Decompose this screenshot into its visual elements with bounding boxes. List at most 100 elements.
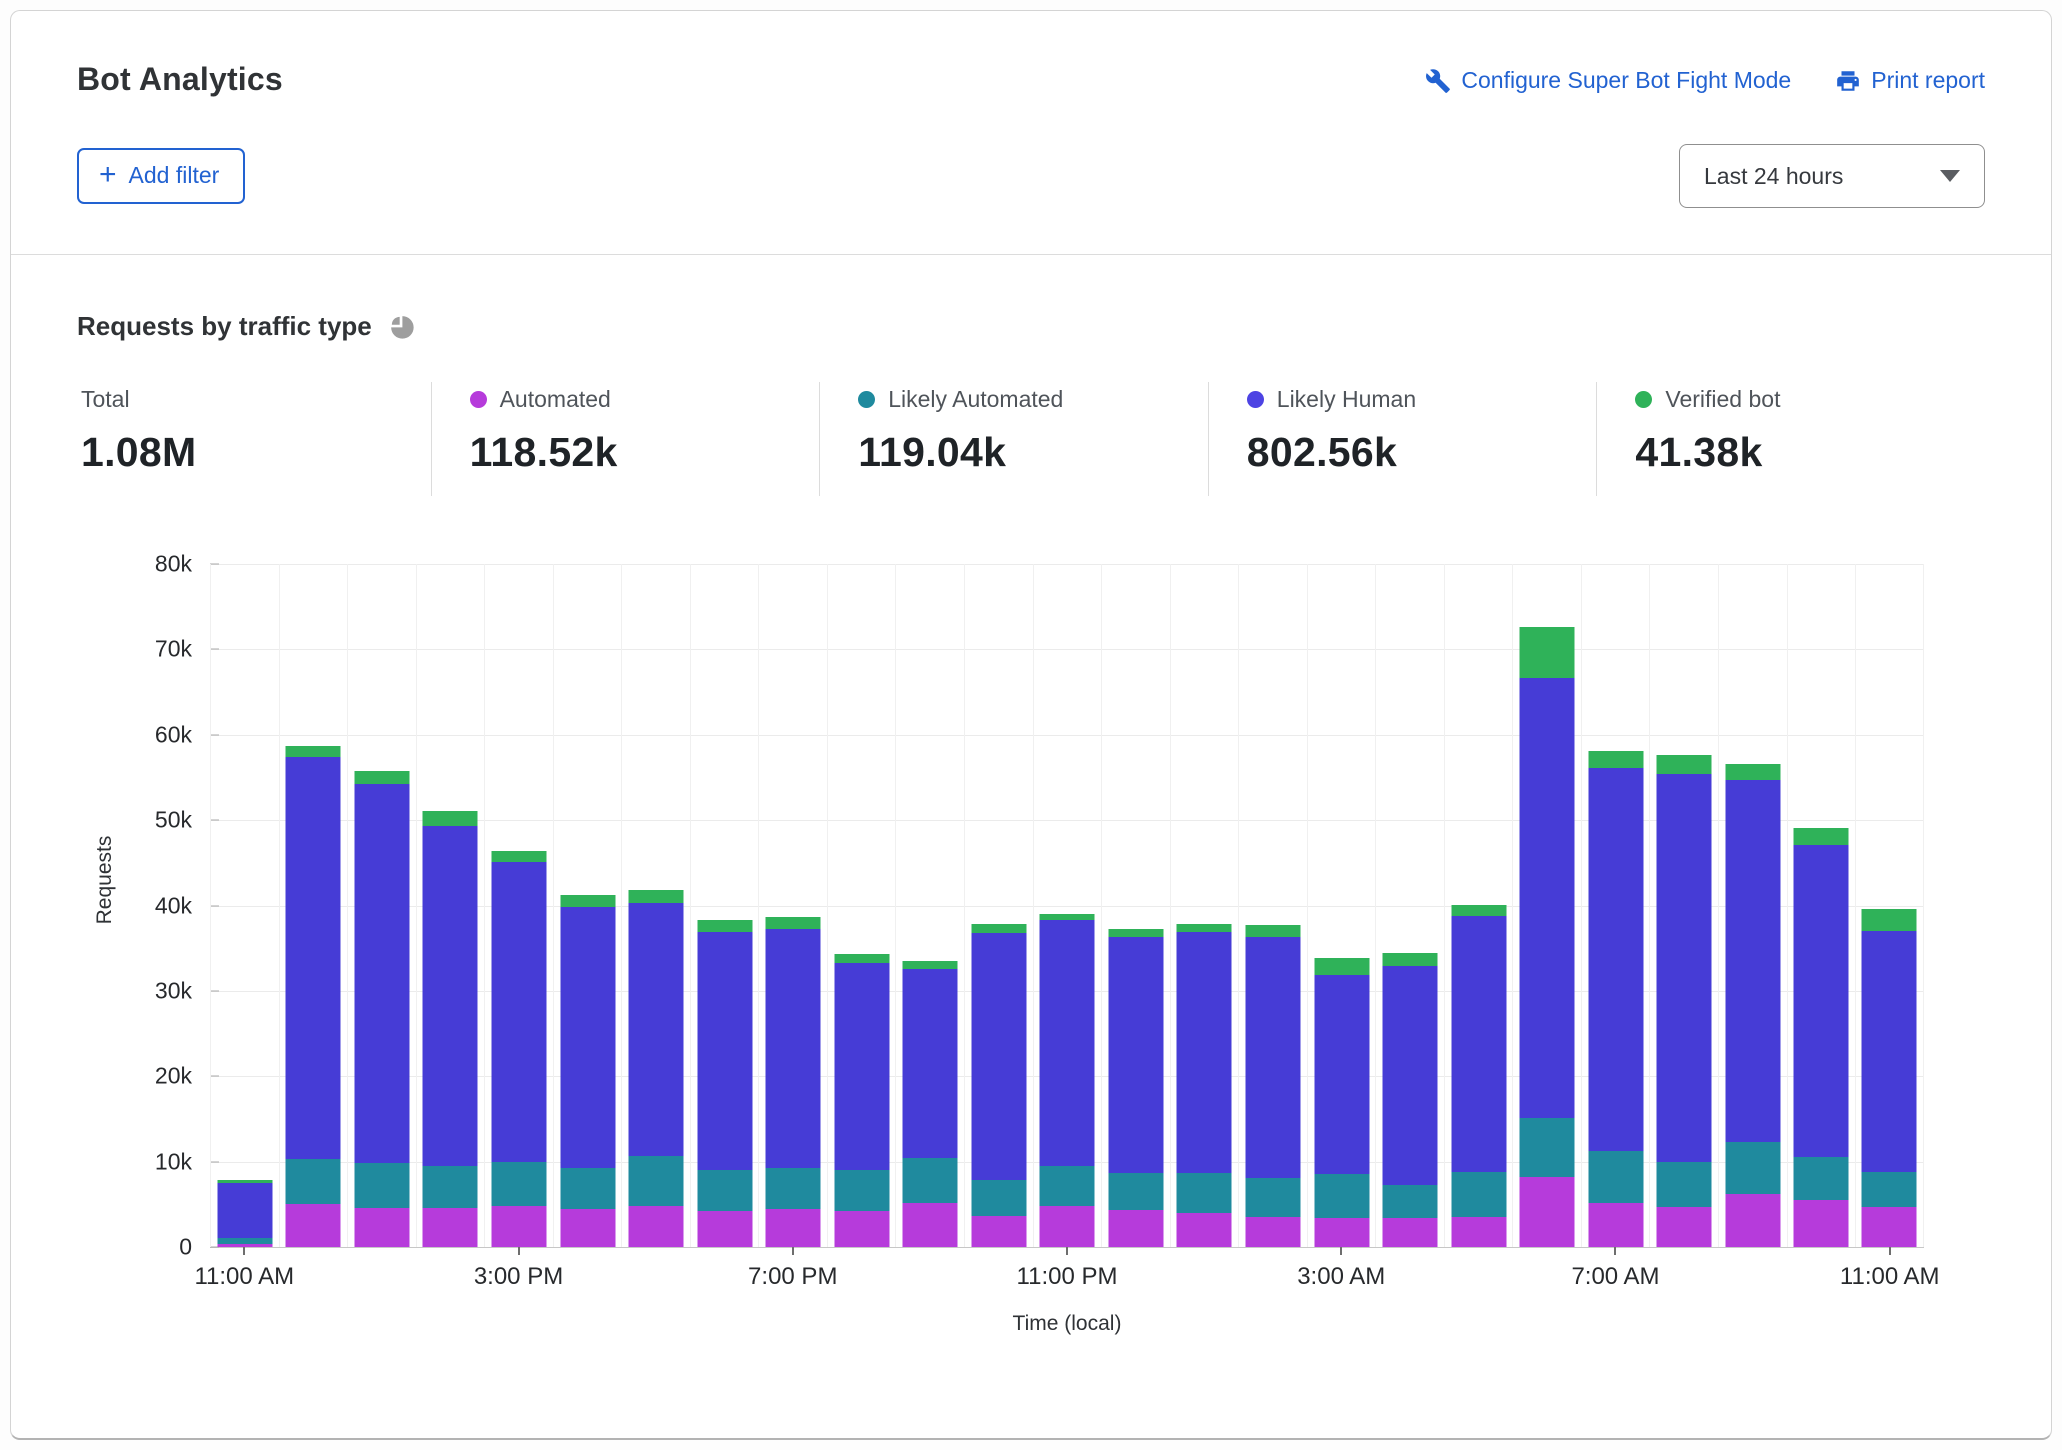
stacked-bar-12-00-am-13[interactable] — [1108, 929, 1163, 1247]
bar-slot — [1307, 564, 1376, 1247]
printer-icon — [1835, 68, 1861, 94]
stacked-bar-1-00-am-14[interactable] — [1177, 924, 1232, 1247]
stacked-bar-4-00-pm-5[interactable] — [560, 895, 615, 1247]
segment-likely-human — [903, 969, 958, 1158]
stacked-bar-2-00-pm-3[interactable] — [423, 811, 478, 1247]
segment-likely-human — [1314, 975, 1369, 1174]
stat-value: 118.52k — [470, 429, 810, 476]
segment-automated — [1794, 1200, 1849, 1247]
segment-verified-bot — [286, 746, 341, 757]
segment-likely-automated — [423, 1166, 478, 1208]
segment-verified-bot — [1657, 755, 1712, 774]
segment-automated — [629, 1206, 684, 1247]
y-axis-label: 50k — [155, 807, 192, 834]
stacked-bar-4-00-am-17[interactable] — [1383, 953, 1438, 1247]
stacked-bar-2-00-am-15[interactable] — [1245, 925, 1300, 1247]
segment-likely-human — [1862, 931, 1917, 1172]
x-axis-tick — [1340, 1247, 1342, 1255]
stacked-bar-5-00-pm-6[interactable] — [629, 890, 684, 1247]
stat-likely-human: Likely Human802.56k — [1208, 382, 1597, 496]
y-axis-label: 60k — [155, 721, 192, 748]
chevron-down-icon — [1940, 170, 1960, 182]
stacked-bar-8-00-pm-9[interactable] — [834, 954, 889, 1247]
segment-automated — [903, 1203, 958, 1247]
segment-likely-human — [1451, 916, 1506, 1172]
stacked-bar-11-00-am-24[interactable] — [1862, 909, 1917, 1247]
stacked-bar-9-00-pm-10[interactable] — [903, 961, 958, 1247]
x-axis-label: 7:00 AM — [1571, 1263, 1659, 1291]
segment-likely-automated — [1588, 1151, 1643, 1203]
stacked-bar-10-00-pm-11[interactable] — [971, 924, 1026, 1247]
segment-likely-human — [1177, 932, 1232, 1174]
stacked-bar-8-00-am-21[interactable] — [1657, 755, 1712, 1247]
segment-automated — [1520, 1177, 1575, 1247]
stat-label: Total — [81, 386, 130, 413]
stacked-bar-1-00-pm-2[interactable] — [354, 771, 409, 1247]
segment-likely-human — [560, 907, 615, 1169]
stacked-bar-11-00-pm-12[interactable] — [1040, 914, 1095, 1247]
segment-verified-bot — [1314, 958, 1369, 975]
segment-automated — [1657, 1207, 1712, 1247]
stat-value: 119.04k — [858, 429, 1198, 476]
y-axis-title: Requests — [93, 790, 117, 970]
stacked-bar-3-00-am-16[interactable] — [1314, 958, 1369, 1247]
stat-automated: Automated 118.52k — [431, 382, 820, 496]
print-report-link[interactable]: Print report — [1835, 67, 1985, 94]
bar-slot — [1512, 564, 1581, 1247]
bar-slot — [621, 564, 690, 1247]
stat-label-row: Likely Automated — [858, 386, 1198, 413]
segment-likely-automated — [1657, 1162, 1712, 1207]
stat-label-row: Verified bot — [1635, 386, 1975, 413]
section-title: Requests by traffic type — [77, 311, 372, 342]
pie-chart-icon — [388, 313, 415, 340]
x-axis-tick — [792, 1247, 794, 1255]
add-filter-button[interactable]: + Add filter — [77, 148, 245, 204]
header-bottom-row: + Add filter Last 24 hours — [77, 144, 1985, 208]
stacked-bar-9-00-am-22[interactable] — [1725, 764, 1780, 1247]
stat-label: Verified bot — [1665, 386, 1780, 413]
bar-slot — [347, 564, 416, 1247]
stacked-bar-6-00-am-19[interactable] — [1520, 627, 1575, 1247]
segment-automated — [1725, 1194, 1780, 1247]
stacked-bar-7-00-am-20[interactable] — [1588, 751, 1643, 1247]
bar-slot — [1787, 564, 1856, 1247]
segment-likely-human — [1725, 780, 1780, 1142]
segment-likely-automated — [1040, 1166, 1095, 1206]
segment-likely-automated — [1794, 1157, 1849, 1200]
x-axis-label: 3:00 PM — [474, 1263, 563, 1291]
segment-verified-bot — [697, 920, 752, 932]
likely-human-legend-dot — [1247, 391, 1264, 408]
stacked-bar-11-00-am-0[interactable] — [217, 1180, 272, 1248]
segment-likely-human — [1040, 920, 1095, 1165]
segment-likely-automated — [1725, 1142, 1780, 1194]
verified-bot-legend-dot — [1635, 391, 1652, 408]
y-axis-label: 10k — [155, 1148, 192, 1175]
stacked-bar-12-00-pm-1[interactable] — [286, 746, 341, 1247]
bar-slot — [895, 564, 964, 1247]
y-axis-label: 70k — [155, 636, 192, 663]
stat-label: Likely Automated — [888, 386, 1063, 413]
stat-total: Total1.08M — [77, 382, 431, 496]
x-axis-label: 7:00 PM — [748, 1263, 837, 1291]
segment-automated — [1383, 1218, 1438, 1247]
stacked-bar-6-00-pm-7[interactable] — [697, 920, 752, 1247]
stacked-bar-10-00-am-23[interactable] — [1794, 828, 1849, 1247]
stat-label: Automated — [500, 386, 611, 413]
segment-likely-automated — [1245, 1178, 1300, 1217]
time-range-value: Last 24 hours — [1704, 163, 1843, 190]
segment-automated — [1451, 1217, 1506, 1247]
segment-verified-bot — [1451, 905, 1506, 916]
stacked-bar-3-00-pm-4[interactable] — [491, 851, 546, 1247]
stacked-bar-5-00-am-18[interactable] — [1451, 905, 1506, 1247]
segment-likely-human — [766, 929, 821, 1168]
segment-likely-automated — [1314, 1174, 1369, 1218]
segment-verified-bot — [354, 771, 409, 784]
time-range-select[interactable]: Last 24 hours — [1679, 144, 1985, 208]
segment-likely-human — [629, 903, 684, 1155]
segment-verified-bot — [1108, 929, 1163, 937]
segment-automated — [834, 1211, 889, 1247]
configure-super-bot-fight-mode-link[interactable]: Configure Super Bot Fight Mode — [1425, 67, 1791, 94]
segment-likely-human — [834, 963, 889, 1170]
stacked-bar-7-00-pm-8[interactable] — [766, 917, 821, 1247]
card-body: Requests by traffic type Total1.08MAutom… — [11, 255, 2051, 1348]
